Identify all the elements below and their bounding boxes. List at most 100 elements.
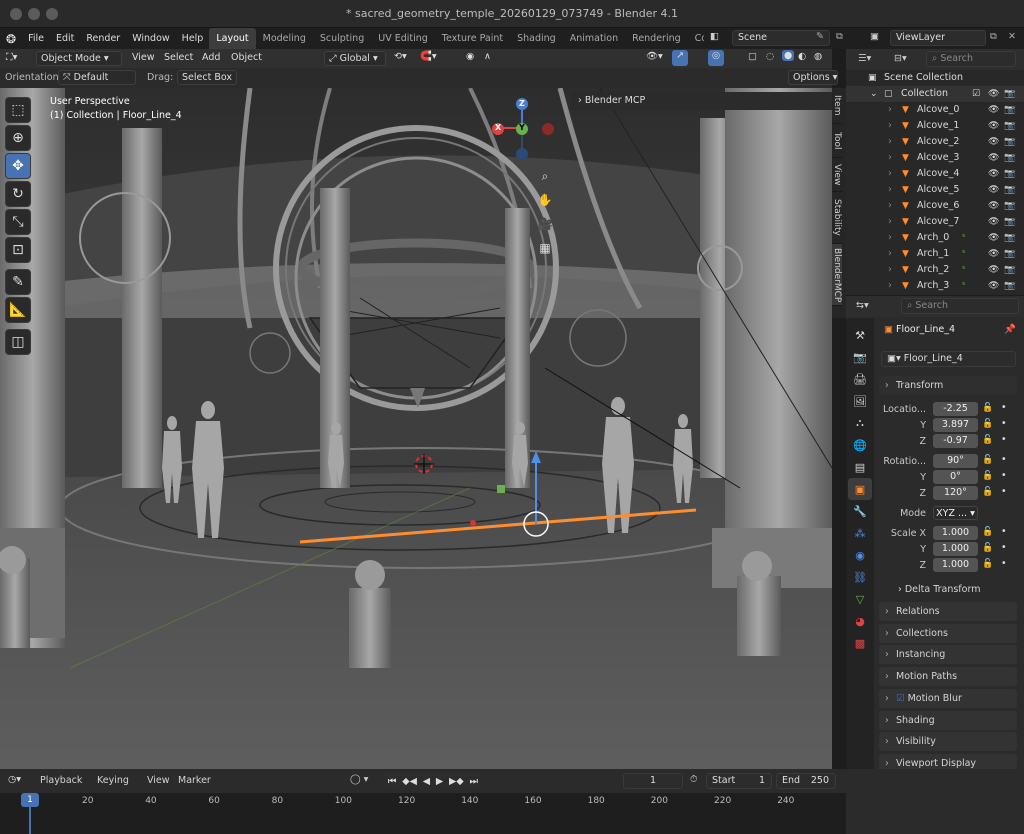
property-section-motion-paths[interactable]: Motion Paths bbox=[879, 667, 1017, 687]
pan-hand-icon[interactable]: ✋ bbox=[536, 188, 554, 212]
eye-icon[interactable]: 👁 bbox=[988, 118, 999, 134]
property-section-motion-blur[interactable]: ☑ Motion Blur bbox=[879, 688, 1017, 708]
tab-sculpting[interactable]: Sculpting bbox=[313, 28, 371, 49]
editor-type-icon[interactable]: ⛶▾ bbox=[6, 52, 17, 63]
rotation-z-field[interactable]: 120° bbox=[933, 486, 978, 500]
properties-search-input[interactable]: ⌕ Search bbox=[901, 298, 1019, 314]
location-x-field[interactable]: -2.25 bbox=[933, 402, 978, 416]
tab-uv-editing[interactable]: UV Editing bbox=[371, 28, 435, 49]
lock-icon[interactable]: 🔓 bbox=[982, 455, 993, 465]
sidebar-tab-tool[interactable]: Tool bbox=[832, 124, 842, 158]
expand-chevron-icon[interactable]: ⌄ bbox=[870, 86, 878, 102]
drag-dropdown[interactable]: Select Box bbox=[177, 70, 237, 85]
constraints-tab-icon[interactable]: ⛓ bbox=[848, 566, 872, 588]
camera-icon[interactable]: 📷 bbox=[1004, 86, 1015, 102]
expand-arrow-icon[interactable]: › bbox=[888, 278, 892, 294]
annotate-tool-icon[interactable]: ✎ bbox=[5, 269, 31, 295]
eye-icon[interactable]: 👁 bbox=[988, 230, 999, 246]
lock-icon[interactable]: 🔓 bbox=[982, 403, 993, 413]
lock-icon[interactable]: 🔓 bbox=[982, 419, 993, 429]
lock-icon[interactable]: 🔓 bbox=[982, 559, 993, 569]
view-layer-field[interactable]: ViewLayer bbox=[890, 30, 986, 46]
collection-tab-icon[interactable]: ▤ bbox=[848, 456, 872, 478]
options-dropdown[interactable]: Options ▾ bbox=[788, 70, 838, 85]
blender-mcp-panel-header[interactable]: › Blender MCP bbox=[570, 92, 832, 110]
expand-arrow-icon[interactable]: › bbox=[888, 150, 892, 166]
outliner-item[interactable]: › ▼ Arch_2 👁 📷 ˢ bbox=[846, 262, 1024, 278]
playhead[interactable]: 1 bbox=[21, 793, 39, 807]
expand-arrow-icon[interactable]: › bbox=[888, 166, 892, 182]
mode-dropdown[interactable]: Object Mode ▾ bbox=[36, 51, 122, 66]
xray-icon[interactable]: ▢ bbox=[748, 51, 757, 62]
blender-logo-icon[interactable]: ❂ bbox=[0, 32, 22, 46]
property-section-collections[interactable]: Collections bbox=[879, 623, 1017, 643]
prev-keyframe-icon[interactable]: ◆◀ bbox=[402, 776, 417, 787]
outliner-item[interactable]: › ▼ Arch_0 👁 📷 ˢ bbox=[846, 230, 1024, 246]
data-tab-icon[interactable]: ▽ bbox=[848, 588, 872, 610]
camera-icon[interactable]: 📷 bbox=[1004, 198, 1015, 214]
eye-icon[interactable]: 👁 bbox=[988, 246, 999, 262]
current-frame-field[interactable]: 1 bbox=[623, 773, 683, 789]
transform-orientation-dropdown[interactable]: ⤢ Global ▾ bbox=[324, 51, 386, 66]
expand-arrow-icon[interactable]: › bbox=[888, 262, 892, 278]
lock-icon[interactable]: 🔓 bbox=[982, 527, 993, 537]
new-view-layer-icon[interactable]: ⧉ bbox=[990, 31, 997, 42]
snap-icon[interactable]: 🧲▾ bbox=[420, 51, 437, 62]
tab-shading[interactable]: Shading bbox=[510, 28, 563, 49]
timeline-menu-keying[interactable]: Keying bbox=[97, 775, 129, 786]
physics-tab-icon[interactable]: ◉ bbox=[848, 544, 872, 566]
eye-icon[interactable]: 👁 bbox=[988, 198, 999, 214]
material-tab-icon[interactable]: ◕ bbox=[848, 610, 872, 632]
property-section-relations[interactable]: Relations bbox=[879, 602, 1017, 621]
view-layer-tab-icon[interactable]: 🖼 bbox=[848, 390, 872, 412]
camera-icon[interactable]: 📷 bbox=[1004, 102, 1015, 118]
outliner-search-input[interactable]: ⌕ Search bbox=[926, 51, 1016, 67]
falloff-icon[interactable]: ∧ bbox=[484, 51, 491, 62]
scale-tool-icon[interactable]: ⤡ bbox=[5, 209, 31, 235]
tab-texture-paint[interactable]: Texture Paint bbox=[435, 28, 510, 49]
overlay-toggle-icon[interactable]: ◎ bbox=[708, 50, 724, 66]
camera-view-icon[interactable]: 🎥 bbox=[536, 212, 554, 236]
cursor-tool-icon[interactable]: ⊕ bbox=[5, 125, 31, 151]
keyframe-dot-icon[interactable]: • bbox=[1001, 486, 1007, 497]
move-tool-icon[interactable]: ✥ bbox=[5, 153, 31, 179]
play-icon[interactable]: ▶ bbox=[436, 776, 443, 787]
transform-panel-header[interactable]: Transform bbox=[879, 376, 1017, 395]
eye-icon[interactable]: 👁 bbox=[988, 134, 999, 150]
solid-shading-icon[interactable]: ● bbox=[782, 50, 795, 61]
tab-animation[interactable]: Animation bbox=[563, 28, 625, 49]
frame-clock-icon[interactable]: ⏱ bbox=[690, 774, 697, 785]
eye-icon[interactable]: 👁 bbox=[988, 166, 999, 182]
select-tool-icon[interactable]: ⬚ bbox=[5, 97, 31, 123]
menu-view[interactable]: View bbox=[132, 52, 155, 63]
properties-type-icon[interactable]: ⇆▾ bbox=[856, 300, 869, 311]
outliner-item[interactable]: › ▼ Arch_1 👁 📷 ˢ bbox=[846, 246, 1024, 262]
tab-modeling[interactable]: Modeling bbox=[256, 28, 313, 49]
jump-end-icon[interactable]: ⏭ bbox=[469, 776, 478, 787]
keyframe-dot-icon[interactable]: • bbox=[1001, 542, 1007, 553]
rendered-shading-icon[interactable]: ◍ bbox=[814, 51, 822, 62]
start-frame-field[interactable]: Start 1 bbox=[706, 773, 772, 789]
property-section-instancing[interactable]: Instancing bbox=[879, 645, 1017, 665]
scale-z-field[interactable]: 1.000 bbox=[933, 558, 978, 572]
outliner-item[interactable]: › ▼ Arch_3 👁 📷 ˢ bbox=[846, 278, 1024, 294]
keyframe-dot-icon[interactable]: • bbox=[1001, 470, 1007, 481]
outliner-item[interactable]: › ▼ Alcove_7 👁 📷 bbox=[846, 214, 1024, 230]
end-frame-field[interactable]: End 250 bbox=[776, 773, 836, 789]
keyframe-dot-icon[interactable]: • bbox=[1001, 558, 1007, 569]
property-section-visibility[interactable]: Visibility bbox=[879, 732, 1017, 752]
zoom-icon[interactable]: ⌕ bbox=[536, 164, 554, 188]
wireframe-shading-icon[interactable]: ◌ bbox=[766, 51, 774, 62]
menu-window[interactable]: Window bbox=[126, 28, 175, 49]
modifiers-tab-icon[interactable]: 🔧 bbox=[848, 500, 872, 522]
expand-arrow-icon[interactable]: › bbox=[888, 246, 892, 262]
auto-keying-icon[interactable]: ◯ ▾ bbox=[350, 774, 368, 785]
navigation-gizmo[interactable]: X Y Z bbox=[490, 96, 560, 166]
tab-rendering[interactable]: Rendering bbox=[625, 28, 688, 49]
remove-view-layer-icon[interactable]: ✕ bbox=[1008, 31, 1016, 42]
eye-icon[interactable]: 👁 bbox=[988, 102, 999, 118]
ortho-grid-icon[interactable]: ▦ bbox=[536, 236, 554, 260]
texture-tab-icon[interactable]: ▩ bbox=[848, 632, 872, 654]
collection-row[interactable]: ⌄ ▢ Collection ☑ 👁 📷 bbox=[846, 86, 1024, 102]
rotation-y-field[interactable]: 0° bbox=[933, 470, 978, 484]
